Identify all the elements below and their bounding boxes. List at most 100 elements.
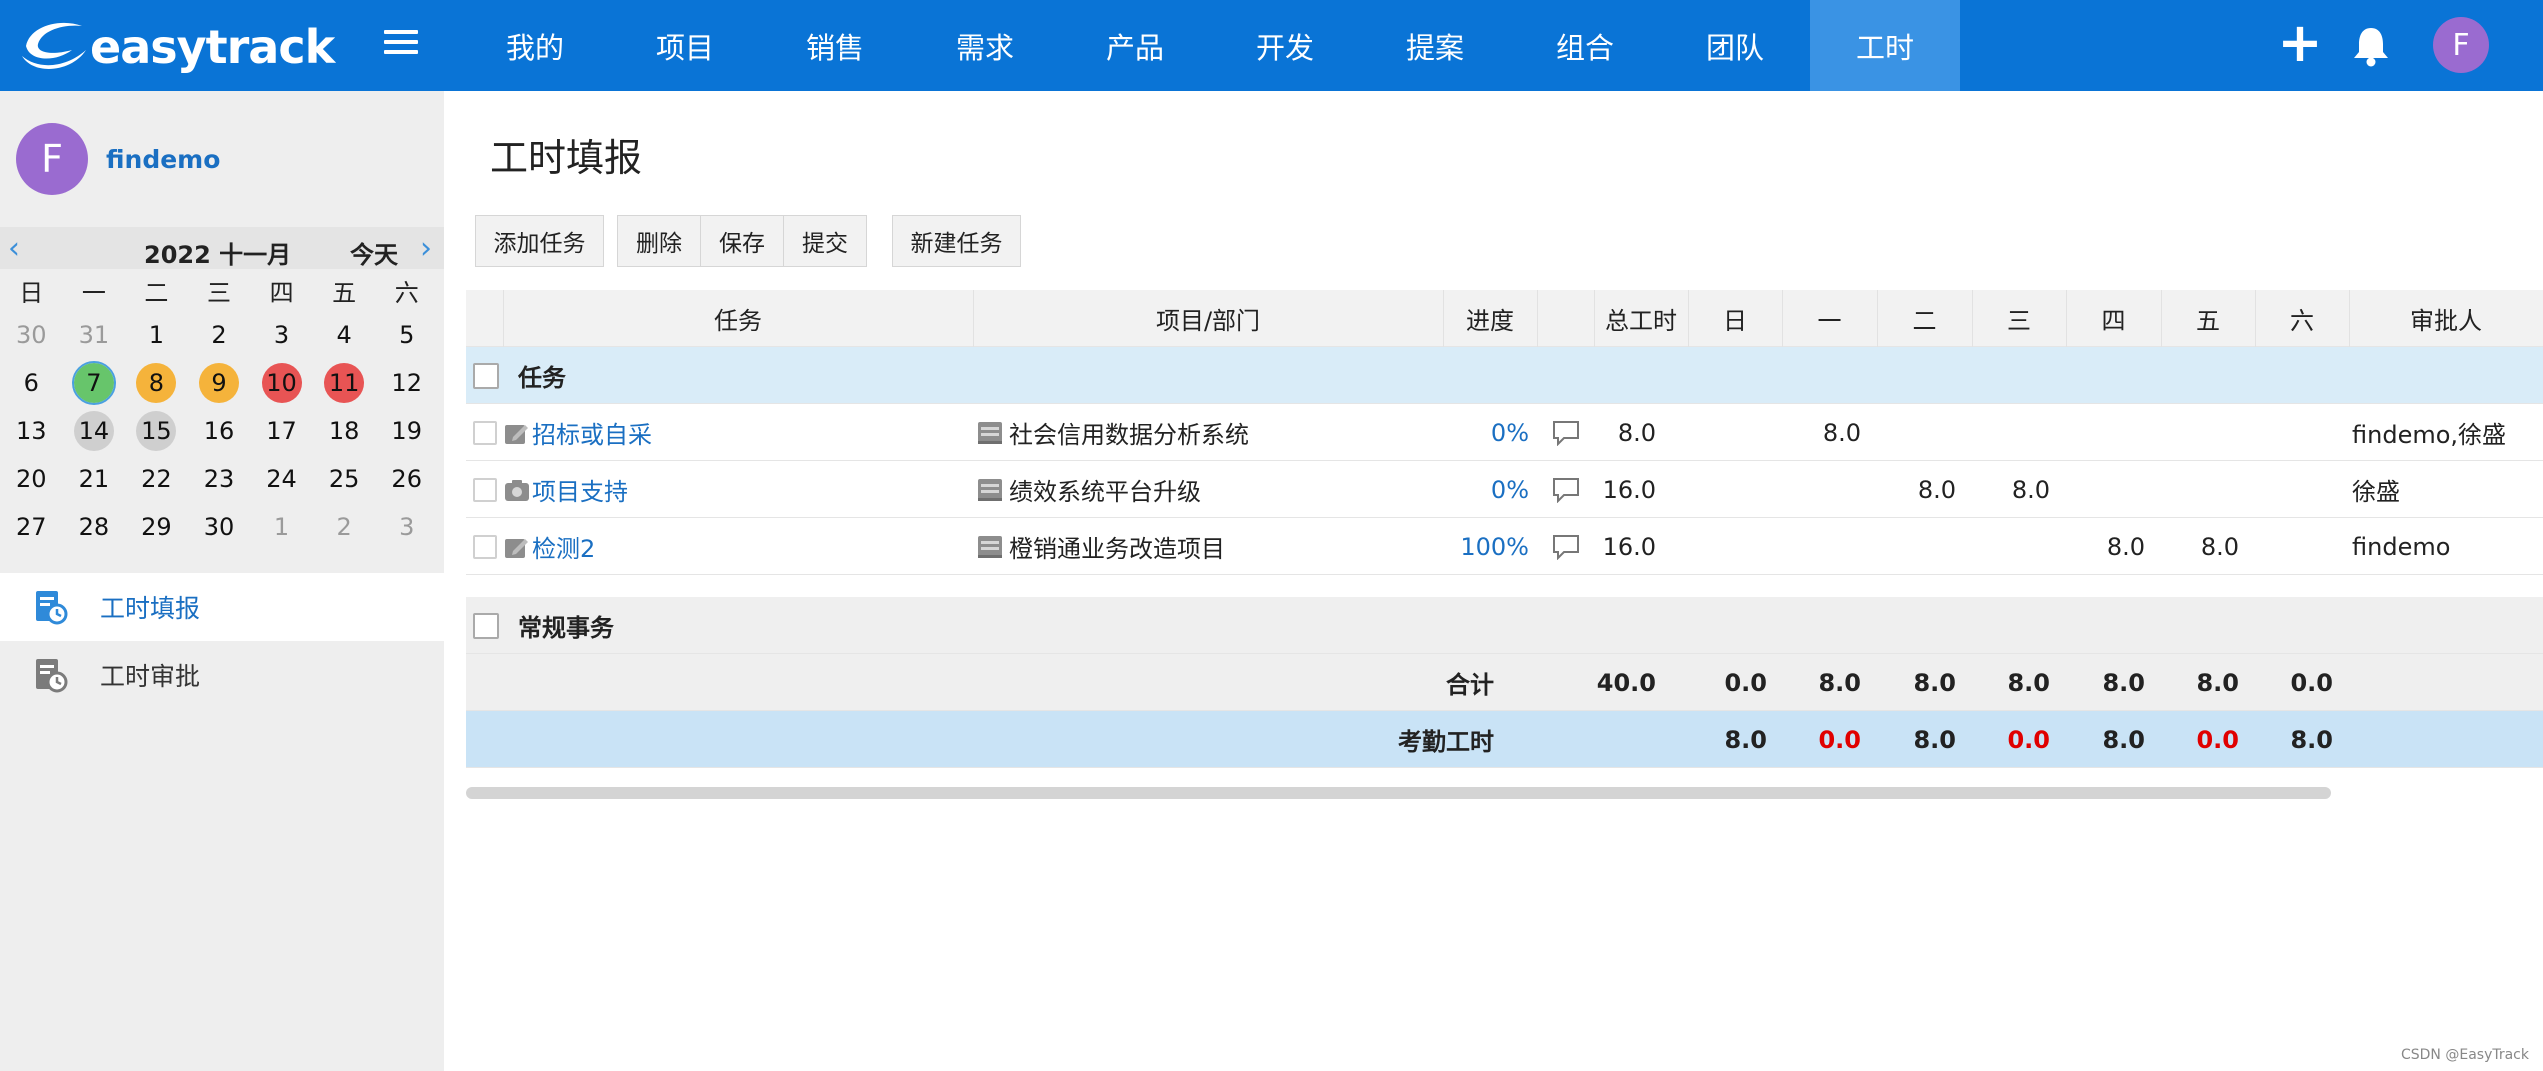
calendar-day[interactable]: 30 xyxy=(0,311,63,359)
group-checkbox[interactable] xyxy=(473,613,499,639)
calendar-day[interactable]: 29 xyxy=(125,503,188,551)
submit-button[interactable]: 提交 xyxy=(783,215,867,267)
nav-item-mine[interactable]: 我的 xyxy=(460,0,610,91)
calendar-day[interactable]: 1 xyxy=(125,311,188,359)
calendar-day[interactable]: 3 xyxy=(250,311,313,359)
nav-item-development[interactable]: 开发 xyxy=(1210,0,1360,91)
horizontal-scrollbar[interactable] xyxy=(466,787,2331,799)
calendar-day[interactable]: 2 xyxy=(313,503,376,551)
nav-item-sales[interactable]: 销售 xyxy=(760,0,910,91)
nav-item-projects[interactable]: 项目 xyxy=(610,0,760,91)
nav-item-requirements[interactable]: 需求 xyxy=(910,0,1060,91)
calendar-day-selected[interactable]: 7 xyxy=(63,359,126,407)
easytrack-logo[interactable]: easytrack xyxy=(20,14,335,76)
calendar-day[interactable]: 10 xyxy=(250,359,313,407)
hours-wed[interactable] xyxy=(1972,404,2050,461)
calendar-day[interactable]: 16 xyxy=(188,407,251,455)
calendar-day[interactable]: 18 xyxy=(313,407,376,455)
hours-sun[interactable] xyxy=(1688,518,1767,575)
nav-item-timesheet[interactable]: 工时 xyxy=(1810,0,1960,91)
hours-thu[interactable] xyxy=(2066,404,2145,461)
calendar-day[interactable]: 28 xyxy=(63,503,126,551)
sidebar-item-timesheet-approval[interactable]: 工时审批 xyxy=(0,641,444,709)
calendar-day[interactable]: 6 xyxy=(0,359,63,407)
hours-sat[interactable] xyxy=(2255,404,2333,461)
delete-button[interactable]: 删除 xyxy=(617,215,701,267)
calendar-day[interactable]: 22 xyxy=(125,455,188,503)
comment-icon[interactable] xyxy=(1552,477,1580,503)
user-avatar[interactable]: F xyxy=(2433,17,2489,73)
total-sat: 0.0 xyxy=(2290,668,2333,697)
hours-tue[interactable] xyxy=(1877,404,1956,461)
calendar-day[interactable]: 5 xyxy=(375,311,438,359)
column-header-sat: 六 xyxy=(2290,307,2314,335)
calendar-day[interactable]: 2 xyxy=(188,311,251,359)
plus-icon[interactable]: + xyxy=(2275,16,2325,70)
hours-wed[interactable] xyxy=(1972,518,2050,575)
hours-tue[interactable] xyxy=(1877,518,1956,575)
calendar-day[interactable]: 12 xyxy=(375,359,438,407)
hours-tue[interactable]: 8.0 xyxy=(1877,461,1956,518)
calendar-day[interactable]: 4 xyxy=(313,311,376,359)
hours-sun[interactable] xyxy=(1688,461,1767,518)
hours-mon[interactable] xyxy=(1782,518,1861,575)
calendar-day[interactable]: 21 xyxy=(63,455,126,503)
nav-item-proposals[interactable]: 提案 xyxy=(1360,0,1510,91)
calendar-day[interactable]: 9 xyxy=(188,359,251,407)
calendar-day[interactable]: 1 xyxy=(250,503,313,551)
calendar-day[interactable]: 11 xyxy=(313,359,376,407)
hours-mon[interactable]: 8.0 xyxy=(1782,404,1861,461)
hours-thu[interactable] xyxy=(2066,461,2145,518)
save-button[interactable]: 保存 xyxy=(700,215,784,267)
nav-item-products[interactable]: 产品 xyxy=(1060,0,1210,91)
group-checkbox[interactable] xyxy=(473,363,499,389)
hours-fri[interactable] xyxy=(2161,461,2239,518)
calendar-day[interactable]: 23 xyxy=(188,455,251,503)
nav-item-portfolio[interactable]: 组合 xyxy=(1510,0,1660,91)
comment-icon[interactable] xyxy=(1552,534,1580,560)
attendance-sun: 8.0 xyxy=(1724,725,1767,754)
calendar-day[interactable]: 15 xyxy=(125,407,188,455)
calendar-day[interactable]: 20 xyxy=(0,455,63,503)
calendar-day[interactable]: 3 xyxy=(375,503,438,551)
hamburger-menu-icon[interactable] xyxy=(384,30,418,60)
chevron-right-icon[interactable]: › xyxy=(420,231,432,266)
hours-thu[interactable]: 8.0 xyxy=(2066,518,2145,575)
calendar-day[interactable]: 26 xyxy=(375,455,438,503)
chevron-left-icon[interactable]: ‹ xyxy=(8,231,20,266)
task-link[interactable]: 项目支持 xyxy=(532,461,628,518)
comment-icon[interactable] xyxy=(1552,420,1580,446)
calendar-day[interactable]: 25 xyxy=(313,455,376,503)
task-link[interactable]: 检测2 xyxy=(532,518,595,575)
calendar-day[interactable]: 31 xyxy=(63,311,126,359)
new-task-button[interactable]: 新建任务 xyxy=(892,215,1021,267)
hours-wed[interactable]: 8.0 xyxy=(1972,461,2050,518)
hours-sat[interactable] xyxy=(2255,461,2333,518)
hours-mon[interactable] xyxy=(1782,461,1861,518)
user-name[interactable]: findemo xyxy=(106,145,220,174)
row-checkbox[interactable] xyxy=(473,478,497,502)
hours-sat[interactable] xyxy=(2255,518,2333,575)
add-task-button[interactable]: 添加任务 xyxy=(475,215,604,267)
calendar-day[interactable]: 14 xyxy=(63,407,126,455)
calendar-day[interactable]: 24 xyxy=(250,455,313,503)
row-checkbox[interactable] xyxy=(473,421,497,445)
weekday-label: 五 xyxy=(332,278,357,307)
calendar-today-button[interactable]: 今天 xyxy=(350,235,398,270)
row-checkbox[interactable] xyxy=(473,535,497,559)
hours-fri[interactable]: 8.0 xyxy=(2161,518,2239,575)
hours-fri[interactable] xyxy=(2161,404,2239,461)
calendar-day[interactable]: 30 xyxy=(188,503,251,551)
calendar-day[interactable]: 13 xyxy=(0,407,63,455)
calendar: ‹ 2022 十一月 今天 › 日 一 二 三 四 五 六 30 31 1 2 … xyxy=(0,227,444,551)
nav-item-team[interactable]: 团队 xyxy=(1660,0,1810,91)
calendar-day[interactable]: 8 xyxy=(125,359,188,407)
hours-sun[interactable] xyxy=(1688,404,1767,461)
bell-icon[interactable] xyxy=(2351,24,2391,68)
calendar-day[interactable]: 17 xyxy=(250,407,313,455)
sidebar-item-timesheet-entry[interactable]: 工时填报 xyxy=(0,573,444,641)
calendar-day[interactable]: 27 xyxy=(0,503,63,551)
attendance-mon: 0.0 xyxy=(1818,725,1861,754)
task-link[interactable]: 招标或自采 xyxy=(532,404,652,461)
calendar-day[interactable]: 19 xyxy=(375,407,438,455)
